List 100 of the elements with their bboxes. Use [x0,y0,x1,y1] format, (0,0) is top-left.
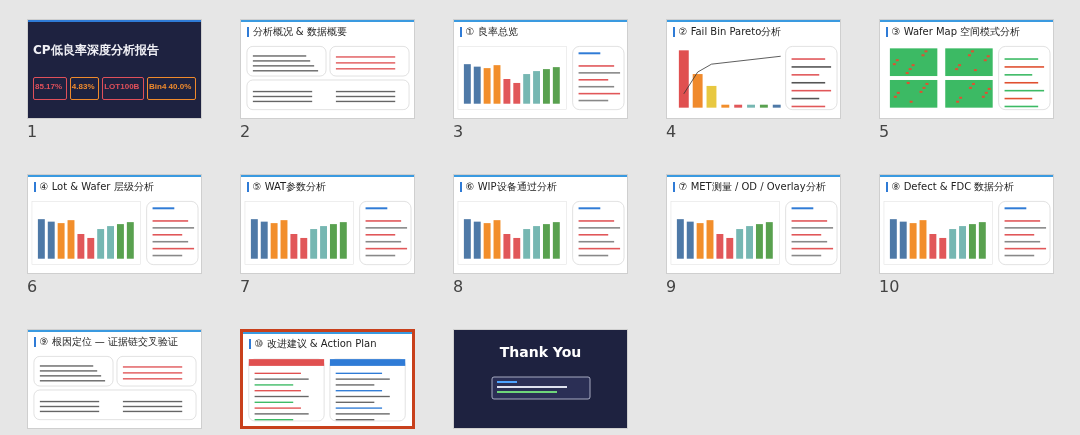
chart-bar [523,229,531,259]
chart-bar [533,226,540,259]
slide-number: 7 [240,277,251,296]
chart-bar [97,229,105,259]
kpi-card: LOT100B [102,77,145,100]
slide-number: 8 [453,277,464,296]
slide-title: Thank You [499,344,582,360]
notes-panel-drawing [998,201,1051,265]
chart-bar [87,237,95,259]
slide-thumbnail[interactable]: ③ Wafer Map 空间模式分析 [879,19,1054,119]
chart-bar [721,104,730,108]
chart-bar [493,65,501,104]
chart-bar [959,226,966,259]
slide-title: ⑨ 根因定位 — 证据链交叉验证 [39,335,178,349]
chart-bar [692,74,703,108]
chart-bar [909,223,917,259]
notes-panel-drawing [998,46,1051,110]
chart-bar [552,67,560,104]
slide-number: 5 [879,122,890,141]
notes-panel-drawing [146,201,199,265]
chart-bar [676,219,684,259]
chart-bar [320,226,327,259]
chart-bar [949,229,957,259]
slide-thumbnail[interactable]: ① 良率总览 [453,19,628,119]
slide-title: CP低良率深度分析报告 [33,42,160,59]
notes-panel-drawing [359,201,412,265]
chart-bar [716,234,724,259]
slide-thumbnail[interactable]: ⑤ WAT参数分析 [240,174,415,274]
chart-bar [513,82,521,104]
slide-title: ⑤ WAT参数分析 [252,180,327,194]
slide-thumbnail[interactable]: ⑧ Defect & FDC 数据分析 [879,174,1054,274]
chart-bar [290,234,298,259]
chart-bar [772,104,781,108]
chart-bar [523,74,531,104]
slide-title: ① 良率总览 [465,25,518,39]
chart-bar [706,220,714,259]
slide-number: 6 [27,277,38,296]
slide-number: 4 [666,122,677,141]
slide-thumbnail[interactable]: ④ Lot & Wafer 层级分析 [27,174,202,274]
chart-bar [929,234,937,259]
chart-bar [736,229,744,259]
chart-bar [107,226,114,259]
chart-bar [726,237,734,259]
chart-bar [542,69,550,104]
kpi-card: Bin4 40.0% [147,77,196,100]
slide-thumbnail[interactable]: 分析概况 & 数据概要 [240,19,415,119]
slide-number: 9 [666,277,677,296]
chart-bar [759,104,768,108]
chart-bar [747,104,755,108]
slide-title: 分析概况 & 数据概要 [252,25,347,39]
chart-bar [77,234,85,259]
wafer-map-drawing [889,48,938,77]
chart-bar [686,221,694,259]
chart-bar [329,224,337,259]
chart-bar [463,219,471,259]
chart-bar [503,79,511,104]
chart-bar [706,85,717,108]
chart-bar [734,104,743,108]
slide-title: ⑥ WIP设备通过分析 [465,180,557,194]
slide-thumbnail[interactable]: Thank You [453,329,628,429]
chart-bar [116,224,124,259]
slide-thumbnail[interactable]: CP低良率深度分析报告 85.17% 4.83% LOT100B Bin4 40.0% [27,19,202,119]
kpi-card: 4.83% [69,77,100,100]
notes-panel-drawing [785,201,838,265]
slide-title: ⑦ MET测量 / OD / Overlay分析 [678,180,826,194]
chart-bar [463,64,471,104]
chart-bar [755,224,763,259]
slide-title: ② Fail Bin Pareto分析 [678,25,782,39]
notes-panel-drawing [572,46,625,110]
slide-title: ⑧ Defect & FDC 数据分析 [891,180,1015,194]
chart-bar [37,219,45,259]
slide-thumbnail[interactable]: ⑨ 根因定位 — 证据链交叉验证 [27,329,202,429]
chart-bar [939,237,947,259]
slide-title: ④ Lot & Wafer 层级分析 [39,180,154,194]
chart-bar [57,223,65,259]
slide-thumbnail[interactable]: ⑦ MET测量 / OD / Overlay分析 [666,174,841,274]
chart-bar [503,234,511,259]
chart-bar [899,221,907,259]
chart-bar [765,222,773,259]
slide-thumbnail[interactable]: ⑩ 改进建议 & Action Plan [240,329,415,429]
chart-bar [47,221,55,259]
chart-bar [919,220,927,259]
slide-number: 3 [453,122,464,141]
wafer-map-drawing [945,48,993,77]
slide-thumbnail[interactable]: ⑥ WIP设备通过分析 [453,174,628,274]
chart-bar [696,223,704,259]
chart-bar [978,222,986,259]
chart-bar [300,237,308,259]
slide-number: 10 [879,277,900,296]
slide-number: 2 [240,122,251,141]
chart-bar [260,221,268,259]
chart-bar [473,221,481,259]
chart-bar [126,222,134,259]
chart-bar [746,226,753,259]
chart-bar [889,219,897,259]
slide-title: ⑩ 改进建议 & Action Plan [254,337,377,351]
slide-thumbnail[interactable]: ② Fail Bin Pareto分析 [666,19,841,119]
chart-bar [513,237,521,259]
chart-bar [250,219,258,259]
wafer-map-drawing [945,80,993,108]
